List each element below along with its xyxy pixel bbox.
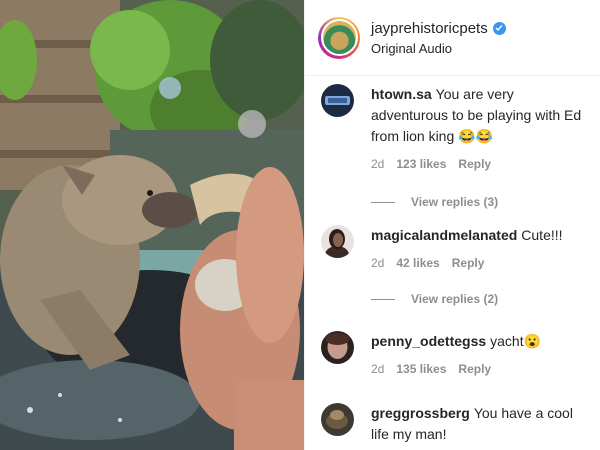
comment-username[interactable]: htown.sa [371,86,432,102]
avatar-image-icon [321,403,354,436]
comment-text: magicalandmelanated Cute!!! [371,225,593,246]
author-avatar-image [322,21,356,54]
avatar-image-icon [321,84,354,117]
comment: greggrossberg You have a cool life my man… [321,403,593,445]
post-video-frame [0,0,304,450]
comment-body: htown.sa You are very adventurous to be p… [371,84,593,209]
view-replies-label: View replies (3) [411,195,499,209]
comment-text: greggrossberg You have a cool life my man… [371,403,593,445]
comment-message: Cute!!! [521,227,563,243]
comment-meta: 2d 42 likes Reply [371,256,593,270]
comment-avatar[interactable] [321,84,354,117]
comment-username[interactable]: penny_odettegss [371,333,486,349]
audio-label[interactable]: Original Audio [371,41,506,56]
comment: magicalandmelanated Cute!!! 2d 42 likes R… [321,225,593,306]
header-top: jayprehistoricpets [371,20,506,37]
comment-avatar[interactable] [321,331,354,364]
comment-meta: 2d 123 likes Reply [371,157,593,171]
view-replies-line [371,298,395,300]
comment: htown.sa You are very adventurous to be p… [321,84,593,209]
author-avatar-inner [320,19,358,56]
comment-text: penny_odettegss yacht😮 [371,331,593,352]
comment-username[interactable]: magicalandmelanated [371,227,517,243]
view-replies-label: View replies (2) [411,292,499,306]
post-media[interactable] [0,0,304,450]
author-username[interactable]: jayprehistoricpets [371,20,488,37]
header-text: jayprehistoricpets Original Audio [371,20,506,56]
reply-button[interactable]: Reply [458,157,491,171]
comment-text: htown.sa You are very adventurous to be p… [371,84,593,147]
comment-body: penny_odettegss yacht😮 2d 135 likes Reply [371,331,593,376]
comment-avatar[interactable] [321,225,354,258]
comment-body: greggrossberg You have a cool life my man… [371,403,593,445]
checkmark-icon [495,25,503,32]
comment-meta: 2d 135 likes Reply [371,362,593,376]
verified-badge-icon [492,21,506,35]
comment-avatar[interactable] [321,403,354,436]
comment-username[interactable]: greggrossberg [371,405,470,421]
reply-button[interactable]: Reply [452,256,485,270]
avatar-image-icon [321,225,354,258]
comment-likes[interactable]: 123 likes [396,157,446,171]
view-replies-button[interactable]: View replies (2) [371,292,593,306]
comment-time[interactable]: 2d [371,256,384,270]
view-replies-line [371,201,395,203]
author-avatar[interactable] [318,16,360,59]
avatar-image-icon [321,331,354,364]
comment-likes[interactable]: 135 likes [396,362,446,376]
comment-time[interactable]: 2d [371,362,384,376]
post-header: jayprehistoricpets Original Audio [305,0,600,76]
comment-message: yacht😮 [490,333,542,349]
comments-panel: jayprehistoricpets Original Audio htown.… [304,0,600,450]
comment: penny_odettegss yacht😮 2d 135 likes Reply [321,331,593,376]
view-replies-button[interactable]: View replies (3) [371,195,593,209]
comment-time[interactable]: 2d [371,157,384,171]
comment-likes[interactable]: 42 likes [396,256,439,270]
reply-button[interactable]: Reply [458,362,491,376]
comment-body: magicalandmelanated Cute!!! 2d 42 likes R… [371,225,593,306]
